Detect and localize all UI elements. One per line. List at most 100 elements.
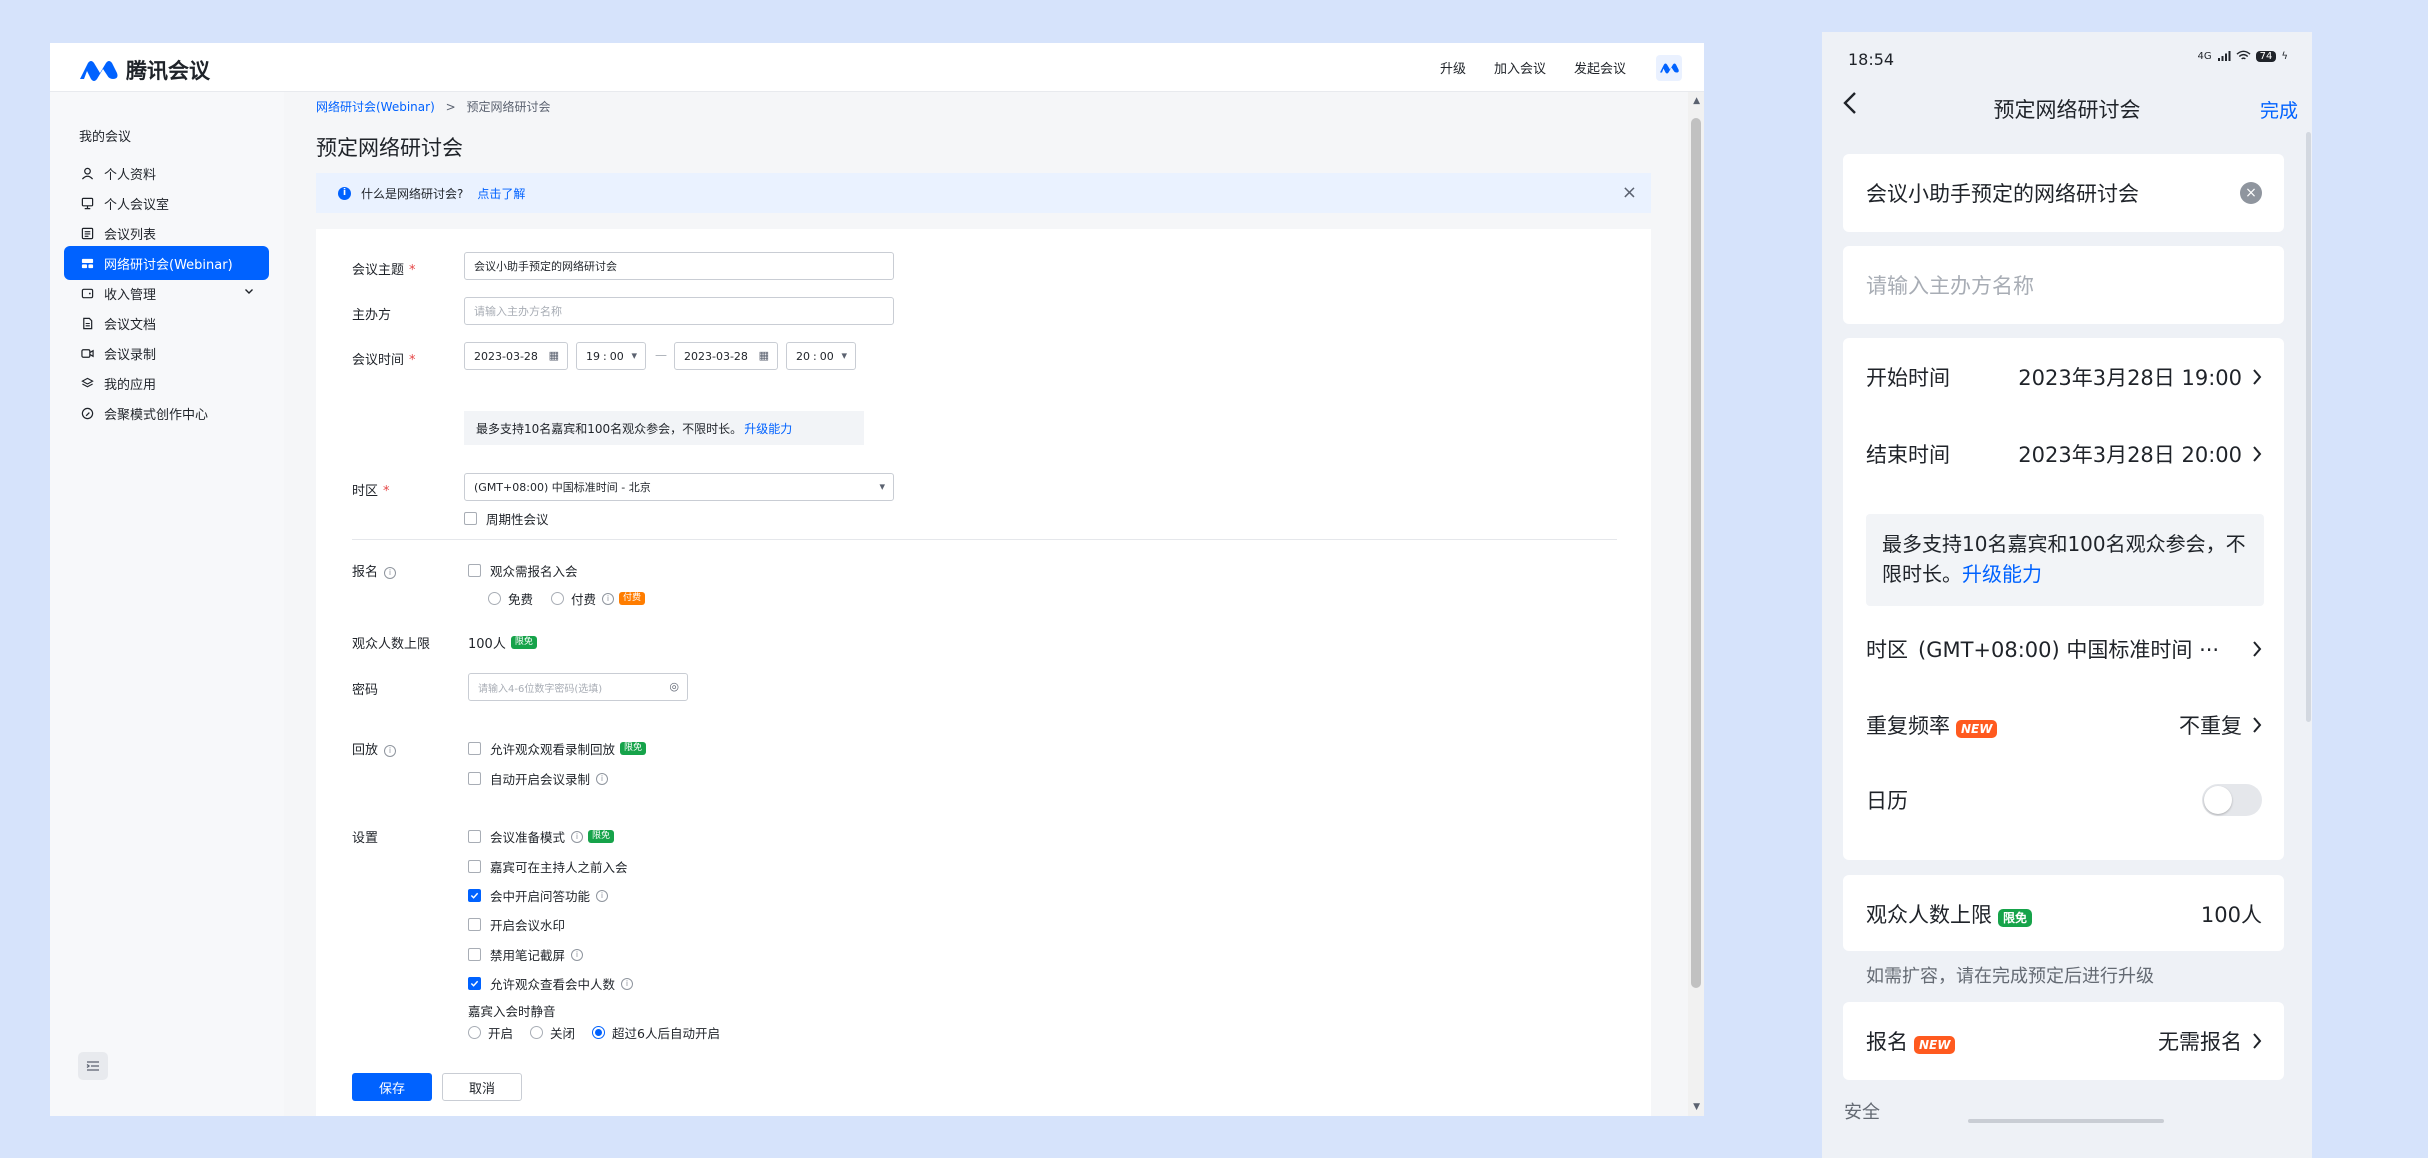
- wifi-icon: [2236, 50, 2251, 60]
- host-input[interactable]: 请输入主办方名称: [464, 297, 894, 325]
- checkbox-checked[interactable]: [468, 889, 481, 902]
- sidebar-item-webinar[interactable]: 网络研讨会(Webinar): [64, 246, 269, 280]
- free-radio[interactable]: 免费: [488, 589, 533, 608]
- audience-limit-label: 观众人数上限: [352, 637, 431, 652]
- capacity-tip: 最多支持10名嘉宾和100名观众参会，不限时长。 升级能力: [464, 411, 864, 445]
- breadcrumb-parent[interactable]: 网络研讨会(Webinar): [316, 100, 435, 114]
- settings-label: 设置: [352, 831, 379, 846]
- upgrade-capability-link[interactable]: 升级能力: [744, 420, 792, 437]
- checkbox-checked[interactable]: [468, 977, 481, 990]
- sidebar-item-personal-room[interactable]: 个人会议室: [64, 186, 269, 220]
- sidebar-item-label: 个人资料: [104, 167, 157, 183]
- scrollbar[interactable]: ▲ ▼: [1688, 92, 1704, 1116]
- show-attendee-count-checkbox[interactable]: 允许观众查看会中人数 i: [468, 974, 634, 993]
- free-trial-tag: 限免: [588, 830, 615, 843]
- sidebar-item-apps[interactable]: 我的应用: [64, 366, 269, 400]
- info-circle-icon: i: [602, 592, 615, 605]
- sidebar-item-meeting-list[interactable]: 会议列表: [64, 216, 269, 250]
- radio-circle[interactable]: [530, 1026, 543, 1039]
- sidebar-item-recordings[interactable]: 会议录制: [64, 336, 269, 370]
- scroll-down-icon[interactable]: ▼: [1693, 1102, 1700, 1112]
- collapse-sidebar-button[interactable]: [78, 1052, 108, 1080]
- start-meeting-link[interactable]: 发起会议: [1574, 58, 1626, 77]
- avatar[interactable]: [1656, 55, 1682, 81]
- join-meeting-link[interactable]: 加入会议: [1494, 58, 1546, 77]
- mobile-upgrade-link[interactable]: 升级能力: [1962, 562, 2042, 586]
- brand-logo[interactable]: 腾讯会议: [78, 55, 210, 85]
- cancel-button[interactable]: 取消: [442, 1073, 522, 1101]
- user-icon: [80, 166, 95, 181]
- timezone-label: 时区 *: [352, 484, 390, 499]
- start-date-picker[interactable]: 2023-03-28 ▦: [464, 342, 568, 370]
- clear-icon[interactable]: ×: [2240, 182, 2262, 204]
- checkbox-box[interactable]: [468, 772, 481, 785]
- checkbox-box[interactable]: [468, 948, 481, 961]
- chevron-right-icon: [2253, 1033, 2262, 1049]
- sidebar-item-documents[interactable]: 会议文档: [64, 306, 269, 340]
- checkbox-box[interactable]: [468, 918, 481, 931]
- learn-more-link[interactable]: 点击了解: [477, 185, 525, 202]
- playback-label: 回放 i: [352, 739, 397, 758]
- radio-circle[interactable]: [488, 592, 501, 605]
- start-time-picker[interactable]: 19:00 ▾: [576, 342, 646, 370]
- sidebar-item-revenue[interactable]: 收入管理: [64, 276, 269, 310]
- capacity-tip-text: 最多支持10名嘉宾和100名观众参会，不限时长。: [476, 421, 743, 436]
- qa-checkbox[interactable]: 会中开启问答功能 i: [468, 886, 609, 905]
- radio-circle[interactable]: [551, 592, 564, 605]
- close-icon[interactable]: ×: [1622, 182, 1637, 203]
- breadcrumb: 网络研讨会(Webinar) > 预定网络研讨会: [316, 98, 551, 115]
- checkbox-box[interactable]: [468, 830, 481, 843]
- subject-input[interactable]: 会议小助手预定的网络研讨会: [464, 252, 894, 280]
- info-circle-icon: i: [621, 977, 634, 990]
- checkbox-box[interactable]: [464, 512, 477, 525]
- end-time-row[interactable]: 结束时间 2023年3月28日 20:00: [1866, 439, 2262, 469]
- network-label: 4G: [2197, 50, 2212, 62]
- sidebar-item-profile[interactable]: 个人资料: [64, 156, 269, 190]
- chevron-down-icon[interactable]: [243, 285, 255, 301]
- start-time-row[interactable]: 开始时间 2023年3月28日 19:00: [1866, 362, 2262, 392]
- scrollbar-thumb[interactable]: [1691, 118, 1701, 988]
- repeat-row[interactable]: 重复频率 NEW 不重复: [1866, 710, 2262, 740]
- mute-off-radio[interactable]: 关闭: [530, 1023, 575, 1042]
- save-button[interactable]: 保存: [352, 1073, 432, 1101]
- audience-limit-value: 100人 限免: [468, 633, 537, 652]
- guest-join-before-host-checkbox[interactable]: 嘉宾可在主持人之前入会: [468, 857, 628, 876]
- battery-icon: 74: [2255, 50, 2277, 62]
- upgrade-link[interactable]: 升级: [1440, 58, 1466, 77]
- recurring-checkbox[interactable]: 周期性会议: [464, 509, 549, 528]
- registration-required-checkbox[interactable]: 观众需报名入会: [468, 561, 578, 580]
- page-title: 预定网络研讨会: [316, 136, 463, 160]
- disable-screenshot-checkbox[interactable]: 禁用笔记截屏 i: [468, 945, 584, 964]
- end-date-picker[interactable]: 2023-03-28 ▦: [674, 342, 778, 370]
- checkbox-box[interactable]: [468, 742, 481, 755]
- home-indicator[interactable]: [1968, 1119, 2164, 1123]
- timezone-row[interactable]: 时区 (GMT+08:00) 中国标准时间 ···: [1866, 634, 2262, 664]
- mute-auto-radio[interactable]: 超过6人后自动开启: [592, 1023, 720, 1042]
- eye-off-icon[interactable]: ◎: [669, 680, 679, 693]
- scroll-up-icon[interactable]: ▲: [1693, 96, 1700, 106]
- auto-record-checkbox[interactable]: 自动开启会议录制 i: [468, 769, 609, 788]
- mobile-host-input[interactable]: 请输入主办方名称: [1866, 270, 2262, 300]
- radio-circle[interactable]: [468, 1026, 481, 1039]
- timezone-select[interactable]: (GMT+08:00) 中国标准时间 - 北京 ▾: [464, 473, 894, 501]
- allow-playback-checkbox[interactable]: 允许观众观看录制回放 限免: [468, 739, 647, 758]
- free-trial-tag: 限免: [620, 742, 647, 755]
- mute-on-radio[interactable]: 开启: [468, 1023, 513, 1042]
- password-input[interactable]: 请输入4-6位数字密码(选填) ◎: [468, 673, 688, 701]
- section-divider: [352, 539, 1617, 540]
- watermark-checkbox[interactable]: 开启会议水印: [468, 915, 565, 934]
- checkbox-box[interactable]: [468, 860, 481, 873]
- info-circle-icon: i: [384, 744, 397, 757]
- prep-mode-checkbox[interactable]: 会议准备模式 i 限免: [468, 827, 615, 846]
- calendar-toggle[interactable]: [2202, 784, 2262, 816]
- sidebar-item-creation-center[interactable]: 会聚模式创作中心: [64, 396, 269, 430]
- radio-selected[interactable]: [592, 1026, 605, 1039]
- done-button[interactable]: 完成: [2260, 96, 2298, 123]
- paid-radio[interactable]: 付费 i 付费: [551, 589, 646, 608]
- end-time-picker[interactable]: 20:00 ▾: [786, 342, 856, 370]
- info-banner-text: 什么是网络研讨会?: [361, 186, 464, 201]
- free-trial-tag: 限免: [510, 636, 537, 649]
- mobile-subject-input[interactable]: 会议小助手预定的网络研讨会 ×: [1866, 178, 2262, 208]
- checkbox-box[interactable]: [468, 564, 481, 577]
- registration-row[interactable]: 报名 NEW 无需报名: [1866, 1026, 2262, 1056]
